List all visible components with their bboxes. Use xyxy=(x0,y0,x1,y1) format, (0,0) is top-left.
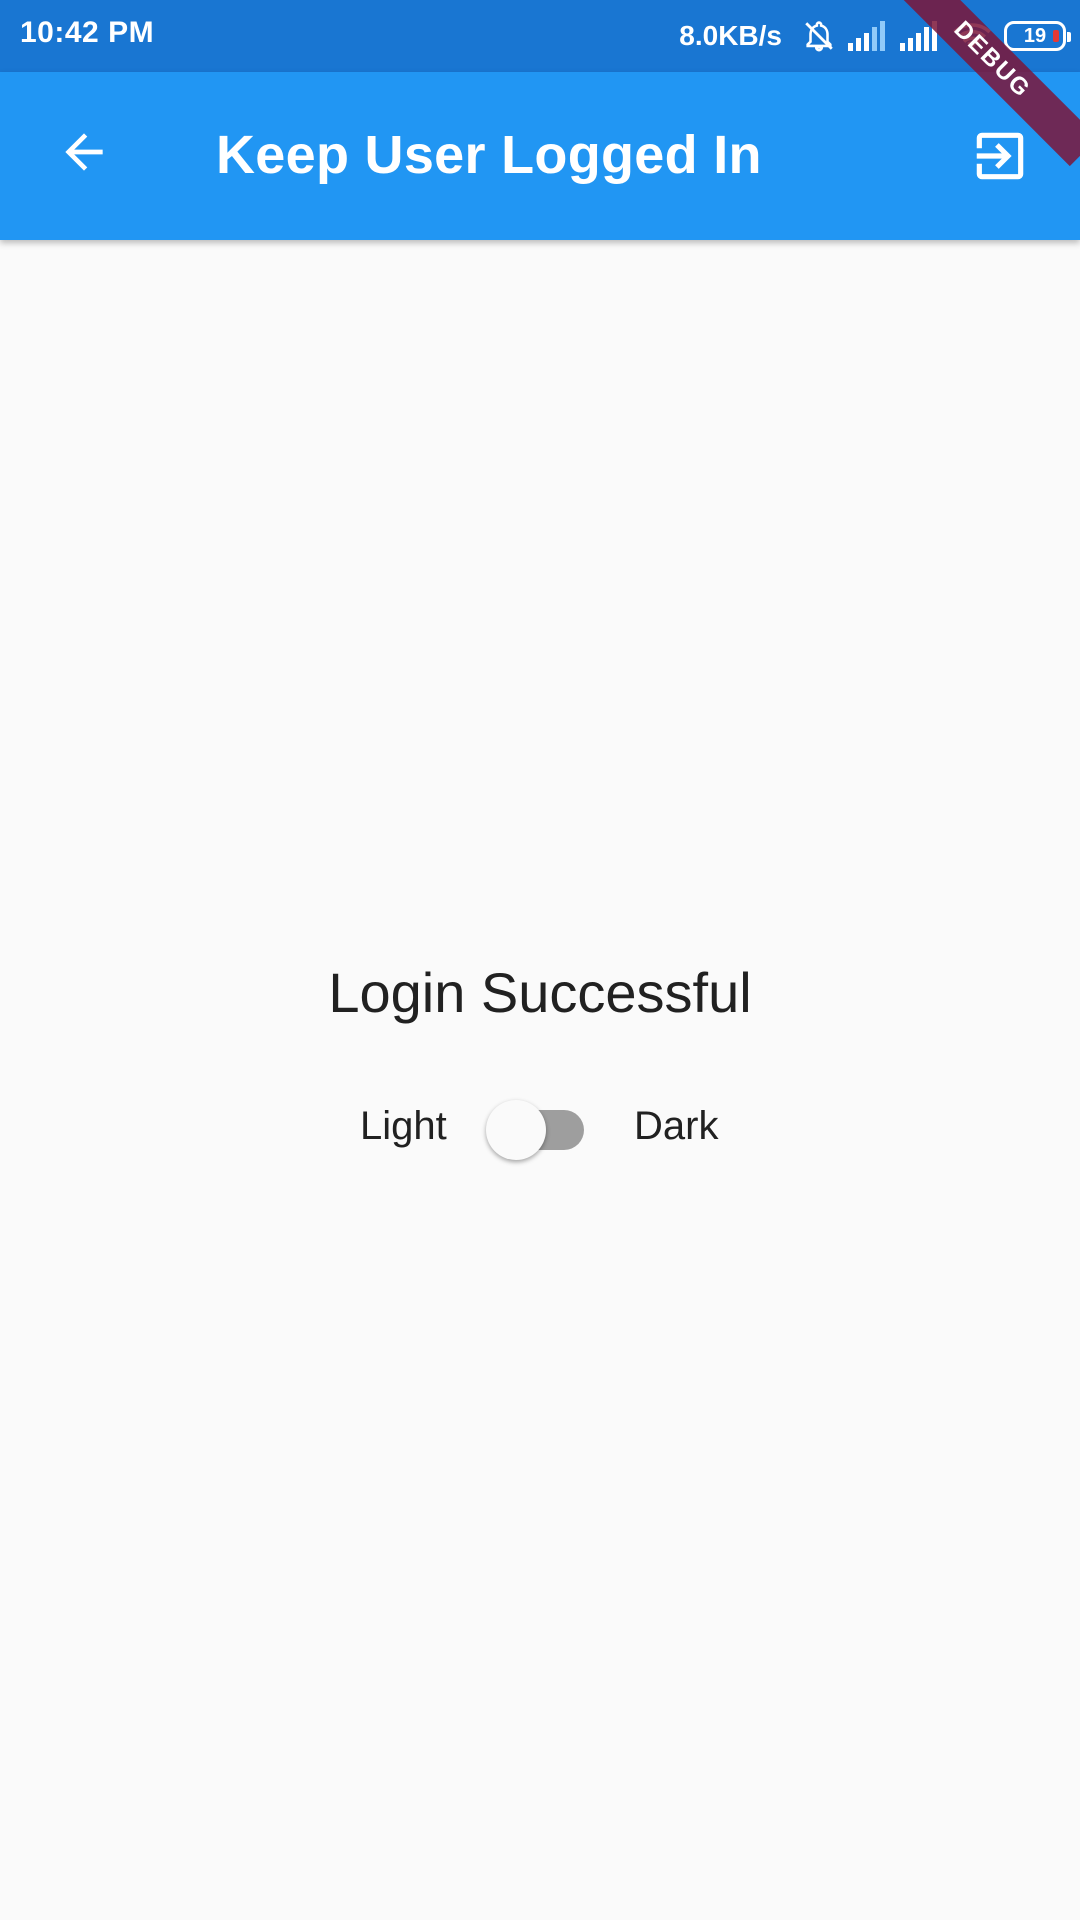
switch-thumb xyxy=(486,1100,546,1160)
bell-off-icon xyxy=(802,19,836,53)
theme-dark-label: Dark xyxy=(634,1104,719,1148)
theme-switch[interactable] xyxy=(486,1096,596,1166)
theme-light-label: Light xyxy=(360,1104,447,1148)
arrow-back-icon xyxy=(65,133,103,171)
page-title: Keep User Logged In xyxy=(216,125,762,185)
battery-tip xyxy=(1067,32,1071,42)
login-button[interactable] xyxy=(960,116,1040,196)
back-button[interactable] xyxy=(44,112,124,192)
login-icon xyxy=(976,132,1024,180)
network-speed: 8.0KB/s xyxy=(679,20,782,51)
app-screen: 10:42 PM 8.0KB/s 19 DEBUG Keep User Logg… xyxy=(0,0,1080,1920)
battery-icon: 19 xyxy=(1004,21,1071,51)
status-time: 10:42 PM xyxy=(20,16,155,49)
battery-fill xyxy=(1053,30,1059,42)
signal-icon xyxy=(848,21,888,51)
login-success-message: Login Successful xyxy=(328,961,752,1024)
app-bar: Keep User Logged In xyxy=(0,72,1080,240)
theme-toggle-row: Light Dark xyxy=(0,1096,1080,1166)
battery-level: 19 xyxy=(1023,24,1047,47)
